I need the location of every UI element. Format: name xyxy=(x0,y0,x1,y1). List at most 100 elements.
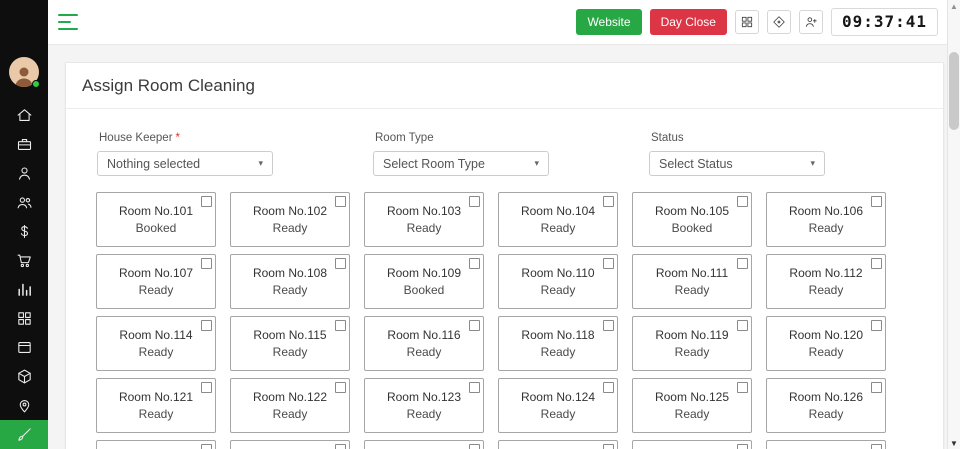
room-checkbox[interactable] xyxy=(737,196,748,207)
filter-group: House Keeper* Nothing selected ▾ xyxy=(97,132,273,176)
vertical-scrollbar[interactable]: ▲ ▼ xyxy=(947,0,960,449)
user-avatar[interactable] xyxy=(9,57,39,87)
room-card[interactable]: Room No.105 Booked xyxy=(632,192,752,247)
room-checkbox[interactable] xyxy=(737,320,748,331)
sidebar-item-frontdesk[interactable] xyxy=(0,333,48,362)
room-checkbox[interactable] xyxy=(335,382,346,393)
room-card[interactable]: Room No.111 Ready xyxy=(632,254,752,309)
grid-icon xyxy=(16,310,33,327)
room-card[interactable] xyxy=(96,440,216,449)
room-checkbox[interactable] xyxy=(603,382,614,393)
room-card[interactable] xyxy=(364,440,484,449)
room-card[interactable]: Room No.106 Ready xyxy=(766,192,886,247)
sidebar xyxy=(0,0,48,449)
room-status: Ready xyxy=(541,283,576,297)
room-card[interactable]: Room No.114 Ready xyxy=(96,316,216,371)
menu-toggle-icon[interactable] xyxy=(58,14,80,30)
room-status: Ready xyxy=(809,283,844,297)
room-card[interactable]: Room No.109 Booked xyxy=(364,254,484,309)
room-name: Room No.115 xyxy=(253,328,326,342)
room-card[interactable]: Room No.104 Ready xyxy=(498,192,618,247)
filter-select[interactable]: Select Room Type ▾ xyxy=(373,151,549,176)
room-card[interactable]: Room No.125 Ready xyxy=(632,378,752,433)
room-card[interactable]: Room No.107 Ready xyxy=(96,254,216,309)
room-card[interactable]: Room No.103 Ready xyxy=(364,192,484,247)
sidebar-item-inventory[interactable] xyxy=(0,130,48,159)
scrollbar-thumb[interactable] xyxy=(949,52,959,130)
room-checkbox[interactable] xyxy=(737,382,748,393)
room-checkbox[interactable] xyxy=(871,444,882,449)
apps-grid-button[interactable] xyxy=(735,10,759,34)
scroll-down-arrow-icon[interactable]: ▼ xyxy=(948,437,960,449)
room-checkbox[interactable] xyxy=(201,258,212,269)
website-button[interactable]: Website xyxy=(576,9,641,35)
sidebar-item-staff[interactable] xyxy=(0,188,48,217)
room-checkbox[interactable] xyxy=(335,258,346,269)
add-user-button[interactable] xyxy=(799,10,823,34)
room-checkbox[interactable] xyxy=(201,444,212,449)
room-card[interactable]: Room No.112 Ready xyxy=(766,254,886,309)
room-card[interactable]: Room No.119 Ready xyxy=(632,316,752,371)
room-checkbox[interactable] xyxy=(737,258,748,269)
room-card[interactable]: Room No.126 Ready xyxy=(766,378,886,433)
room-card[interactable]: Room No.110 Ready xyxy=(498,254,618,309)
room-card[interactable] xyxy=(230,440,350,449)
room-card[interactable]: Room No.121 Ready xyxy=(96,378,216,433)
room-name: Room No.112 xyxy=(789,266,862,280)
room-status: Booked xyxy=(404,283,445,297)
day-close-button[interactable]: Day Close xyxy=(650,9,727,35)
sidebar-item-payments[interactable] xyxy=(0,217,48,246)
sidebar-item-home[interactable] xyxy=(0,101,48,130)
navigation-button[interactable] xyxy=(767,10,791,34)
room-status: Ready xyxy=(273,407,308,421)
room-name: Room No.111 xyxy=(656,266,728,280)
room-checkbox[interactable] xyxy=(603,320,614,331)
filter-select[interactable]: Nothing selected ▾ xyxy=(97,151,273,176)
room-card[interactable]: Room No.102 Ready xyxy=(230,192,350,247)
room-card[interactable]: Room No.120 Ready xyxy=(766,316,886,371)
room-card[interactable]: Room No.116 Ready xyxy=(364,316,484,371)
sidebar-item-guest[interactable] xyxy=(0,159,48,188)
room-card[interactable]: Room No.101 Booked xyxy=(96,192,216,247)
room-checkbox[interactable] xyxy=(335,320,346,331)
room-card[interactable]: Room No.115 Ready xyxy=(230,316,350,371)
room-checkbox[interactable] xyxy=(871,258,882,269)
room-checkbox[interactable] xyxy=(871,196,882,207)
room-checkbox[interactable] xyxy=(469,444,480,449)
chevron-down-icon: ▾ xyxy=(534,158,539,169)
room-card[interactable]: Room No.123 Ready xyxy=(364,378,484,433)
briefcase-icon xyxy=(16,136,33,153)
room-checkbox[interactable] xyxy=(871,382,882,393)
room-card[interactable] xyxy=(766,440,886,449)
room-name: Room No.125 xyxy=(655,390,729,404)
room-checkbox[interactable] xyxy=(201,382,212,393)
room-checkbox[interactable] xyxy=(737,444,748,449)
room-checkbox[interactable] xyxy=(469,320,480,331)
room-checkbox[interactable] xyxy=(201,320,212,331)
room-card[interactable]: Room No.108 Ready xyxy=(230,254,350,309)
filter-label-text: Status xyxy=(651,132,684,144)
room-checkbox[interactable] xyxy=(603,258,614,269)
room-checkbox[interactable] xyxy=(603,444,614,449)
room-checkbox[interactable] xyxy=(469,196,480,207)
sidebar-item-housekeeping[interactable] xyxy=(0,420,48,449)
sidebar-item-apps[interactable] xyxy=(0,304,48,333)
sidebar-item-pos[interactable] xyxy=(0,246,48,275)
room-checkbox[interactable] xyxy=(335,444,346,449)
sidebar-item-reports[interactable] xyxy=(0,275,48,304)
room-checkbox[interactable] xyxy=(201,196,212,207)
room-checkbox[interactable] xyxy=(871,320,882,331)
room-checkbox[interactable] xyxy=(603,196,614,207)
filter-select[interactable]: Select Status ▾ xyxy=(649,151,825,176)
room-card[interactable] xyxy=(498,440,618,449)
room-checkbox[interactable] xyxy=(469,258,480,269)
room-card[interactable]: Room No.124 Ready xyxy=(498,378,618,433)
scroll-up-arrow-icon[interactable]: ▲ xyxy=(948,0,960,12)
sidebar-item-location[interactable] xyxy=(0,391,48,420)
room-card[interactable]: Room No.118 Ready xyxy=(498,316,618,371)
room-card[interactable]: Room No.122 Ready xyxy=(230,378,350,433)
room-card[interactable] xyxy=(632,440,752,449)
sidebar-item-packages[interactable] xyxy=(0,362,48,391)
room-checkbox[interactable] xyxy=(469,382,480,393)
room-checkbox[interactable] xyxy=(335,196,346,207)
